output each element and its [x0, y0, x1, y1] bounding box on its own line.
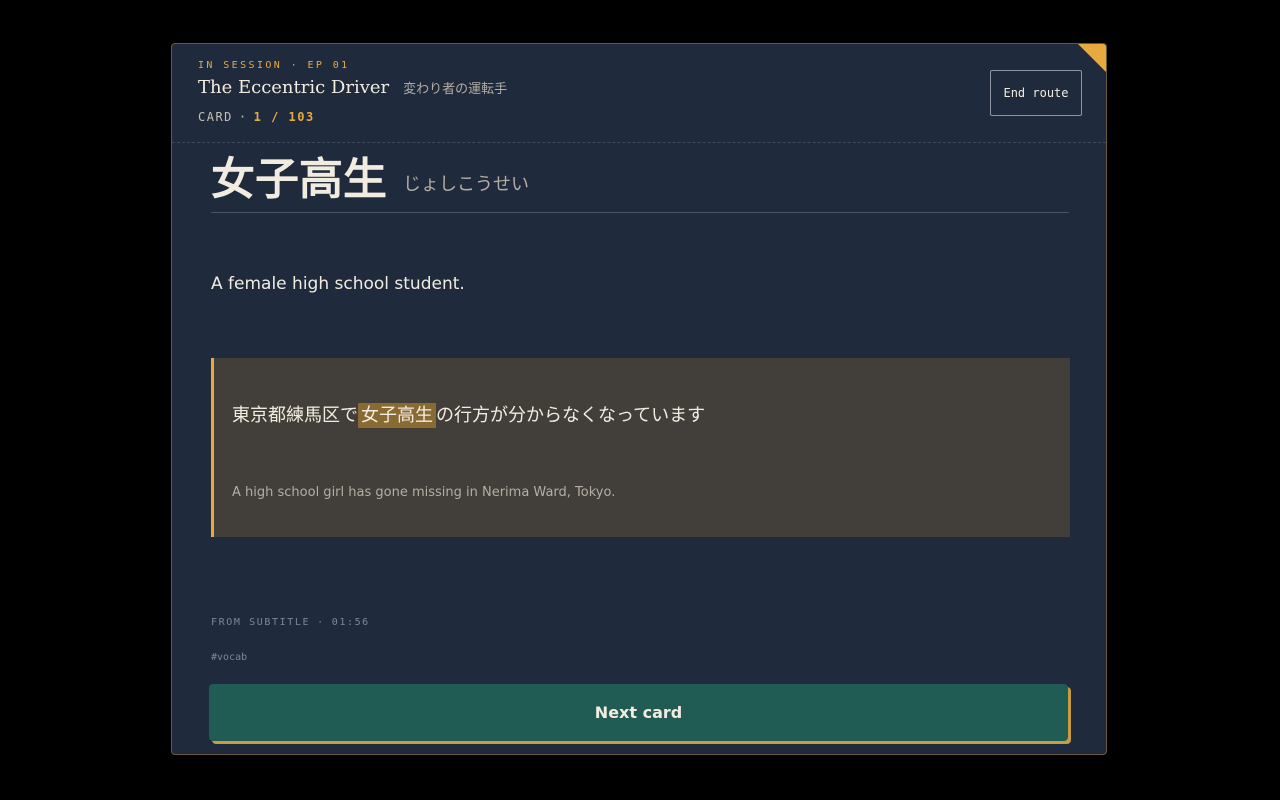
source-info: FROM SUBTITLE · 01:56 [211, 617, 370, 628]
next-card-button[interactable]: Next card [209, 684, 1068, 741]
source-timestamp: 01:56 [331, 617, 370, 628]
episode-title-ja: 変わり者の運転手 [403, 82, 508, 97]
example-sentence-ja: 東京都練馬区で 女子高生 の行方が分からなくなっています [232, 403, 706, 428]
example-translation: A high school girl has gone missing in N… [232, 485, 616, 500]
session-label: IN SESSION · EP 01 [198, 60, 350, 71]
episode-title: The Eccentric Driver 変わり者の運転手 [198, 77, 507, 98]
example-sentence-box: 東京都練馬区で 女子高生 の行方が分からなくなっています A high school… [211, 358, 1070, 537]
flashcard-panel: IN SESSION · EP 01 The Eccentric Driver … [171, 43, 1107, 755]
card-counter-value: 1 / 103 [253, 110, 315, 124]
definition: A female high school student. [211, 274, 465, 294]
highlighted-term: 女子高生 [358, 403, 436, 428]
term-row: 女子高生 じょしこうせい [211, 152, 1069, 213]
source-label: FROM SUBTITLE [211, 617, 311, 628]
tag-label: #vocab [211, 652, 248, 663]
card-counter: CARD · 1 / 103 [198, 110, 315, 124]
episode-title-en: The Eccentric Driver [198, 77, 390, 98]
term: 女子高生 [211, 154, 387, 205]
card-counter-label: CARD [198, 110, 233, 124]
term-reading: じょしこうせい [403, 174, 529, 195]
end-route-button[interactable]: End route [990, 70, 1082, 116]
session-header: IN SESSION · EP 01 The Eccentric Driver … [172, 44, 1106, 143]
